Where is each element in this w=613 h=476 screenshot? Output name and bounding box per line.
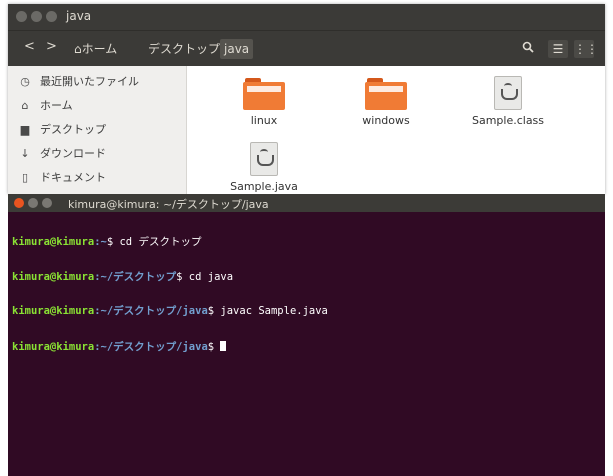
file-item-windows[interactable]: windows [331, 78, 441, 127]
terminal-cursor [220, 340, 227, 351]
forward-button[interactable]: > [46, 39, 57, 54]
minimize-button[interactable] [28, 198, 38, 208]
terminal-line: kimura@kimura:~/デスクトップ/java$ [12, 340, 601, 352]
folder-icon [365, 78, 407, 110]
grid-view-icon[interactable]: ⋮⋮ [574, 40, 598, 58]
file-label: Sample.java [230, 180, 298, 193]
file-view: linux windows Sample.class Sample.java [187, 66, 605, 194]
close-button[interactable] [16, 11, 27, 22]
file-item-linux[interactable]: linux [209, 78, 319, 127]
file-label: linux [250, 114, 278, 127]
terminal-titlebar: kimura@kimura: ~/デスクトップ/java [8, 194, 605, 212]
sidebar: ◷ 最近開いたファイル ⌂ ホーム ▆ デスクトップ ↓ ダウンロード ▯ ドキュメント [8, 66, 187, 194]
file-manager-window: java < > ⌂ホーム デスクトップ java ☰ ⋮⋮ ◷ 最近開いたファイ… [8, 4, 605, 194]
desktop-icon: ▆ [20, 123, 30, 136]
sidebar-item-documents[interactable]: ▯ ドキュメント [18, 168, 106, 188]
terminal-title: kimura@kimura: ~/デスクトップ/java [68, 198, 269, 211]
download-icon: ↓ [20, 147, 30, 160]
folder-icon [243, 78, 285, 110]
close-button[interactable] [14, 198, 24, 208]
clock-icon: ◷ [20, 75, 30, 88]
terminal-line: kimura@kimura:~/デスクトップ/java$ javac Sampl… [12, 305, 328, 317]
file-label: windows [362, 114, 410, 127]
file-label: Sample.class [471, 114, 545, 127]
sidebar-item-home[interactable]: ⌂ ホーム [18, 96, 73, 116]
java-file-icon [494, 76, 522, 110]
search-icon[interactable] [518, 40, 538, 58]
window-title: java [66, 9, 92, 23]
breadcrumb-desktop[interactable]: デスクトップ [144, 39, 224, 59]
file-item-sample-java[interactable]: Sample.java [209, 142, 319, 193]
document-icon: ▯ [21, 171, 29, 184]
file-manager-titlebar: java [8, 4, 605, 30]
sidebar-item-desktop[interactable]: ▆ デスクトップ [18, 120, 106, 140]
maximize-button[interactable] [42, 198, 52, 208]
back-button[interactable]: < [24, 39, 35, 54]
home-icon: ⌂ [74, 42, 82, 56]
terminal-output[interactable]: kimura@kimura:~$ cd デスクトップ kimura@kimura… [12, 214, 601, 375]
breadcrumb-home[interactable]: ⌂ホーム [70, 39, 121, 59]
java-file-icon [250, 142, 278, 176]
sidebar-item-downloads[interactable]: ↓ ダウンロード [18, 144, 106, 164]
toolbar: < > ⌂ホーム デスクトップ java ☰ ⋮⋮ [8, 30, 605, 67]
file-item-sample-class[interactable]: Sample.class [453, 76, 563, 127]
maximize-button[interactable] [46, 11, 57, 22]
terminal-line: kimura@kimura:~/デスクトップ$ cd java [12, 270, 234, 283]
sidebar-item-recent[interactable]: ◷ 最近開いたファイル [18, 72, 139, 92]
terminal-window[interactable]: kimura@kimura: ~/デスクトップ/java kimura@kimu… [8, 194, 605, 476]
terminal-line: kimura@kimura:~$ cd デスクトップ [12, 236, 202, 248]
minimize-button[interactable] [31, 11, 42, 22]
breadcrumb-java[interactable]: java [220, 39, 254, 59]
list-view-icon[interactable]: ☰ [548, 40, 568, 58]
home-icon: ⌂ [21, 99, 29, 112]
